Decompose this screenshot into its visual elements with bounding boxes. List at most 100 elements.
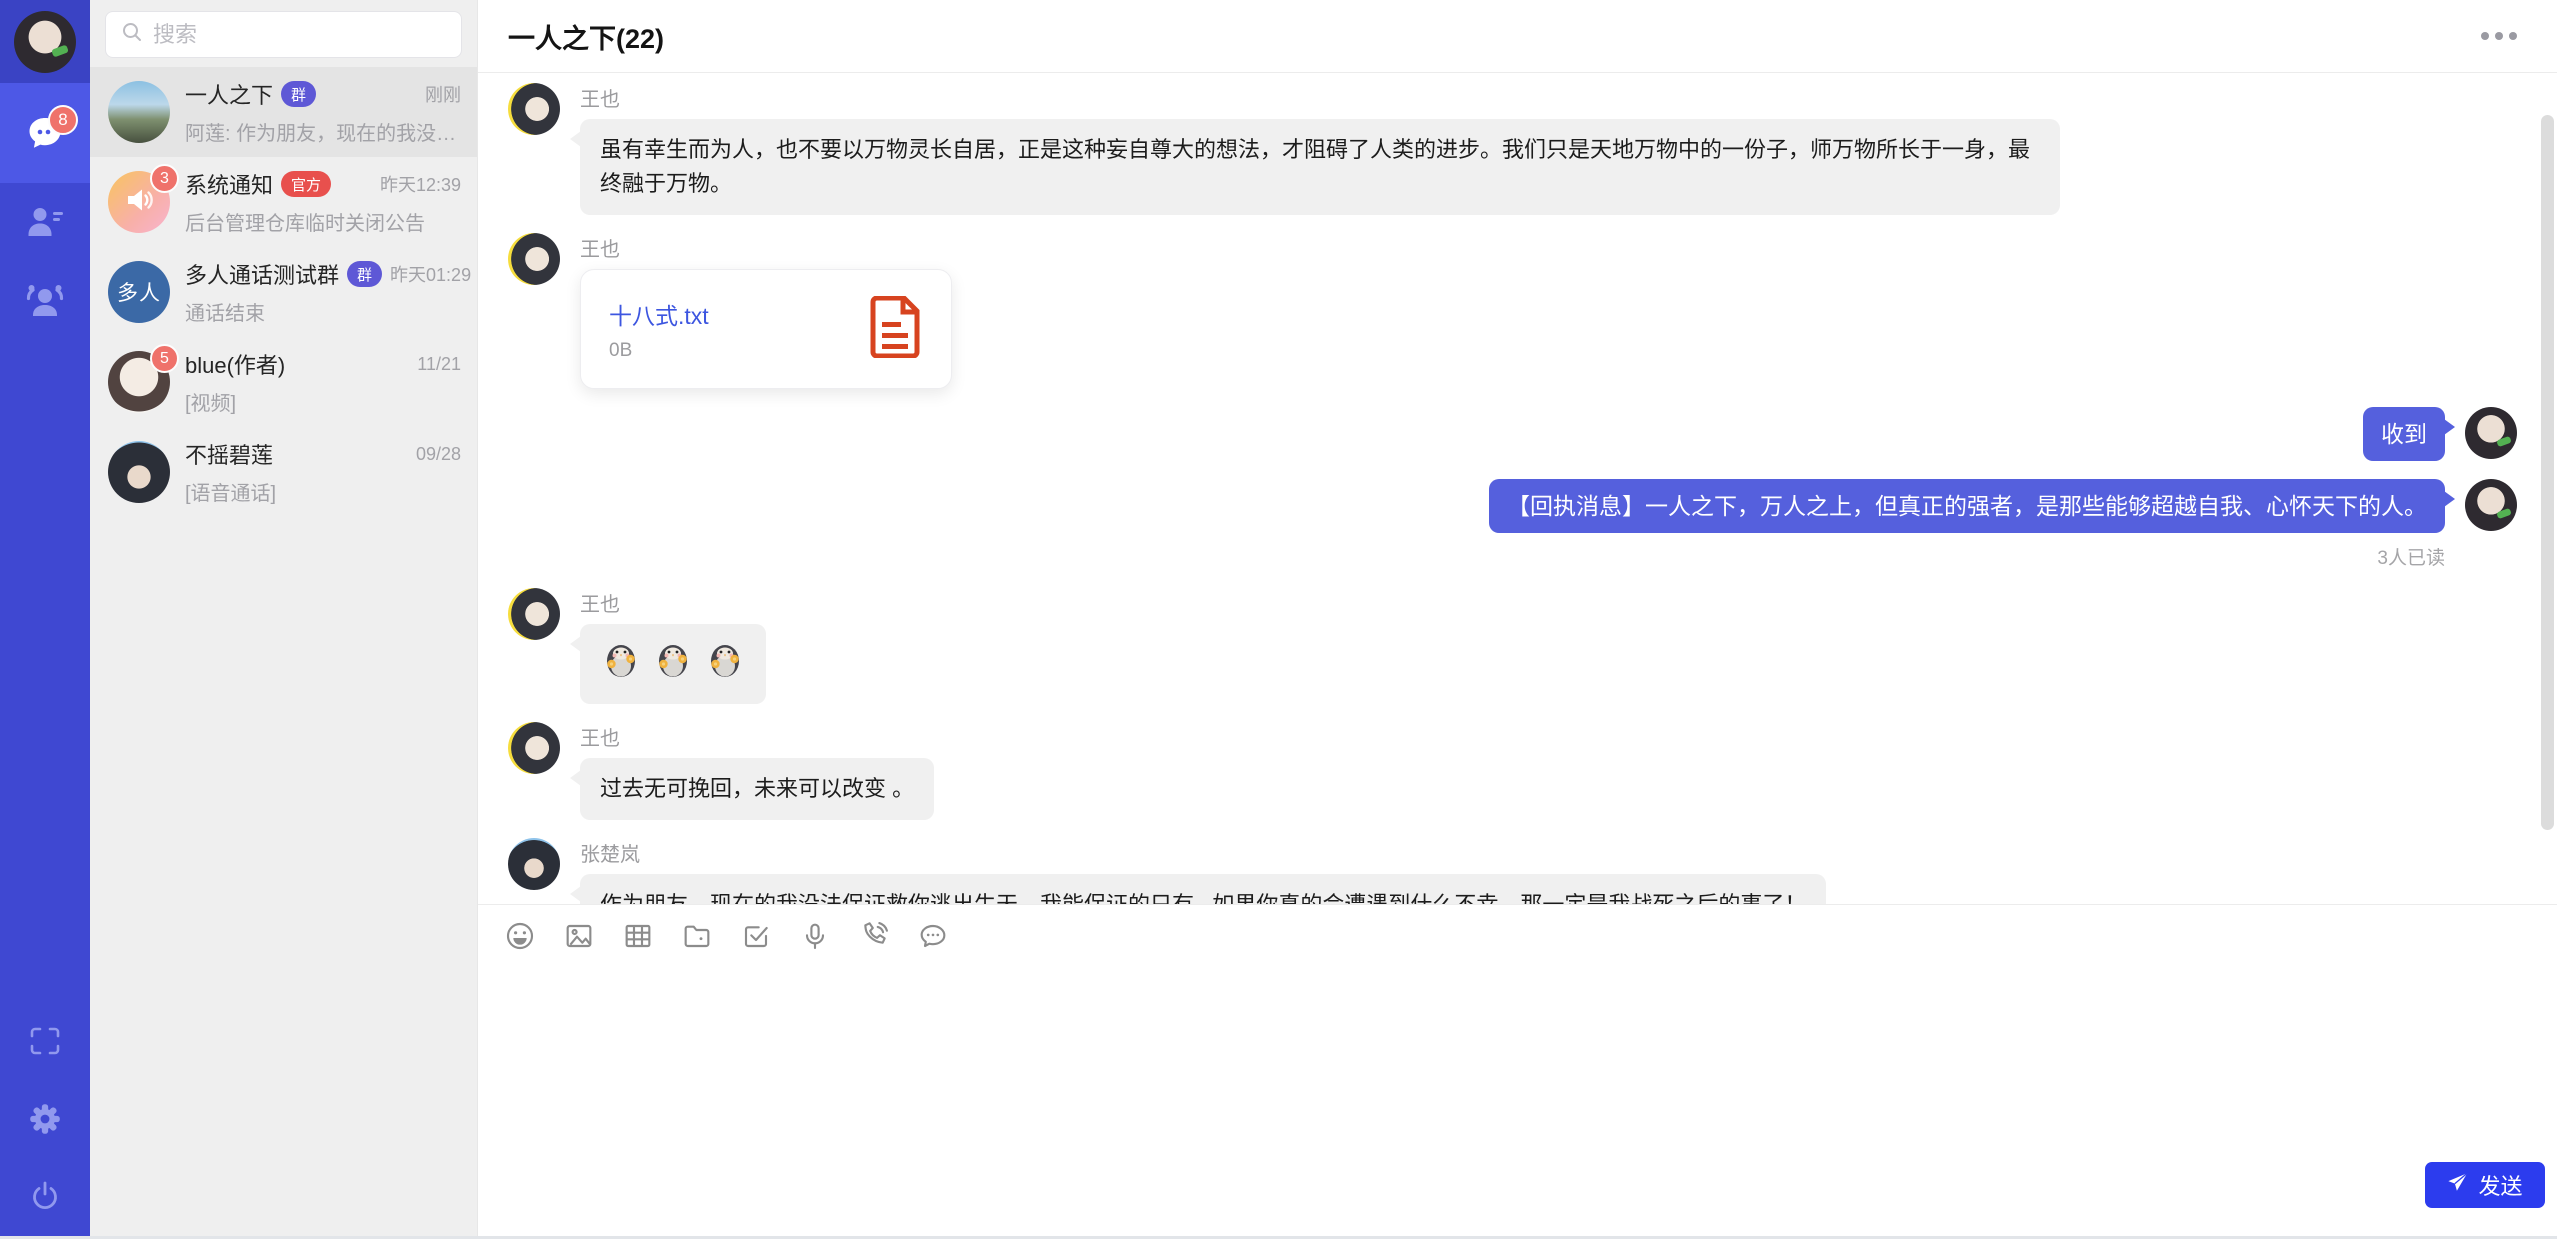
list-item-conversation[interactable]: 不摇碧莲 09/28 [语音通话]	[90, 427, 477, 517]
conversation-preview: 阿莲: 作为朋友，现在的我没法...	[185, 117, 461, 146]
rail-item-contacts[interactable]	[0, 183, 90, 261]
paper-plane-icon	[2447, 1171, 2469, 1199]
penguin-sticker	[652, 638, 694, 690]
image-icon[interactable]	[563, 920, 595, 952]
chat-title: 一人之下(22)	[508, 17, 664, 56]
user-avatar[interactable]	[14, 11, 76, 73]
conversation-list-panel: 一人之下 群 刚刚 阿莲: 作为朋友，现在的我没法... 3	[90, 0, 478, 1236]
send-button[interactable]: 发送	[2425, 1162, 2545, 1208]
file-attachment-card[interactable]: 十八式.txt 0B	[580, 269, 952, 389]
group-badge: 群	[281, 81, 316, 107]
message-bubble-outgoing[interactable]: 【回执消息】一人之下，万人之上，但真正的强者，是那些能够超越自我、心怀天下的人。	[1489, 479, 2445, 533]
screenshot-icon[interactable]	[740, 920, 772, 952]
list-item-conversation[interactable]: 多人 多人通话测试群 群 昨天01:29 通话结束	[90, 247, 477, 337]
message-bubble[interactable]: 作为朋友，现在的我没法保证救你逃出生天，我能保证的只有...如果你真的会遭遇到什…	[580, 874, 1826, 904]
composer-toolbar	[478, 904, 2557, 966]
message-row: 王也 十八式.txt 0B	[508, 233, 2517, 389]
conversation-name: 多人通话测试群	[185, 258, 339, 290]
conversation-time: 09/28	[408, 444, 461, 465]
message-row: 张楚岚 作为朋友，现在的我没法保证救你逃出生天，我能保证的只有...如果你真的会…	[508, 838, 2517, 904]
mic-icon[interactable]	[799, 920, 831, 952]
rail-item-power[interactable]	[0, 1158, 90, 1236]
conversation-preview: [视频]	[185, 387, 461, 416]
search-area	[90, 0, 477, 67]
official-badge: 官方	[281, 171, 331, 197]
avatar[interactable]	[508, 722, 560, 774]
list-item-conversation[interactable]: 一人之下 群 刚刚 阿莲: 作为朋友，现在的我没法...	[90, 67, 477, 157]
file-size: 0B	[609, 340, 869, 362]
rail-item-groups[interactable]	[0, 261, 90, 339]
unread-badge: 3	[150, 164, 179, 193]
file-name[interactable]: 十八式.txt	[609, 297, 869, 331]
unread-badge: 5	[150, 344, 179, 373]
avatar: 多人	[108, 261, 170, 323]
rail-item-settings[interactable]	[0, 1080, 90, 1158]
chat-history-icon[interactable]	[917, 920, 949, 952]
avatar[interactable]	[2465, 407, 2517, 459]
search-box[interactable]	[105, 11, 462, 58]
ellipsis-icon[interactable]	[2479, 24, 2519, 48]
video-icon[interactable]	[622, 920, 654, 952]
list-item-conversation[interactable]: 5 blue(作者) 11/21 [视频]	[90, 337, 477, 427]
phone-icon[interactable]	[858, 920, 890, 952]
avatar-text: 多人	[108, 261, 170, 323]
message-bubble-outgoing[interactable]: 收到	[2363, 407, 2445, 461]
contacts-icon	[23, 202, 67, 242]
message-area: 王也 虽有幸生而为人，也不要以万物灵长自居，正是这种妄自尊大的想法，才阻碍了人类…	[478, 73, 2557, 904]
sender-name: 王也	[580, 588, 766, 617]
rail-item-fullscreen[interactable]	[0, 1002, 90, 1080]
list-item-conversation[interactable]: 3 系统通知 官方 昨天12:39 后台管理仓库临时关闭公告	[90, 157, 477, 247]
speaker-icon	[122, 183, 156, 222]
sender-name: 王也	[580, 83, 2060, 112]
chat-app-window: 8	[0, 0, 2557, 1239]
conversation-preview: 后台管理仓库临时关闭公告	[185, 207, 461, 236]
message-bubble[interactable]: 过去无可挽回，未来可以改变 。	[580, 758, 934, 820]
rail-item-chats[interactable]: 8	[0, 83, 90, 183]
power-icon	[27, 1179, 63, 1215]
conversation-preview: 通话结束	[185, 297, 461, 326]
conversation-name: 不摇碧莲	[185, 438, 273, 470]
avatar: 3	[108, 171, 170, 233]
message-row: 【回执消息】一人之下，万人之上，但真正的强者，是那些能够超越自我、心怀天下的人。…	[508, 479, 2517, 570]
conversation-name: blue(作者)	[185, 348, 285, 380]
search-input[interactable]	[153, 22, 447, 48]
conversation-preview: [语音通话]	[185, 477, 461, 506]
sender-name: 王也	[580, 722, 934, 751]
conversation-name: 系统通知	[185, 168, 273, 200]
conversation-list: 一人之下 群 刚刚 阿莲: 作为朋友，现在的我没法... 3	[90, 67, 477, 517]
read-receipt[interactable]: 3人已读	[2377, 543, 2445, 570]
send-label: 发送	[2478, 1169, 2522, 1201]
conversation-time: 昨天12:39	[372, 171, 461, 197]
avatar[interactable]	[508, 83, 560, 135]
penguin-sticker	[600, 638, 642, 690]
fullscreen-icon	[27, 1023, 63, 1059]
penguin-sticker	[704, 638, 746, 690]
rail-avatar-section	[0, 0, 90, 83]
avatar	[108, 81, 170, 143]
groups-icon	[22, 279, 68, 321]
avatar[interactable]	[508, 233, 560, 285]
chat-unread-badge: 8	[48, 105, 78, 135]
message-bubble-sticker[interactable]	[580, 624, 766, 704]
avatar[interactable]	[508, 838, 560, 890]
message-row: 王也 虽有幸生而为人，也不要以万物灵长自居，正是这种妄自尊大的想法，才阻碍了人类…	[508, 83, 2517, 215]
settings-icon	[26, 1100, 64, 1138]
conversation-time: 11/21	[409, 354, 461, 375]
message-row: 收到	[508, 407, 2517, 461]
avatar[interactable]	[508, 588, 560, 640]
conversation-time: 昨天01:29	[382, 261, 471, 287]
folder-icon[interactable]	[681, 920, 713, 952]
search-icon	[120, 20, 144, 49]
conversation-time: 刚刚	[417, 81, 461, 107]
avatar	[108, 441, 170, 503]
scrollbar[interactable]	[2541, 115, 2554, 830]
nav-rail: 8	[0, 0, 90, 1236]
chat-header: 一人之下(22)	[478, 0, 2557, 73]
chat-main-panel: 一人之下(22) 王也 虽有幸生而为人，也不要以万物灵长自居，正是这种妄自尊大的…	[478, 0, 2557, 1236]
avatar: 5	[108, 351, 170, 413]
message-bubble[interactable]: 虽有幸生而为人，也不要以万物灵长自居，正是这种妄自尊大的想法，才阻碍了人类的进步…	[580, 119, 2060, 215]
emoji-icon[interactable]	[504, 920, 536, 952]
group-badge: 群	[347, 261, 382, 287]
avatar[interactable]	[2465, 479, 2517, 531]
message-input-area[interactable]: 发送	[478, 966, 2557, 1236]
